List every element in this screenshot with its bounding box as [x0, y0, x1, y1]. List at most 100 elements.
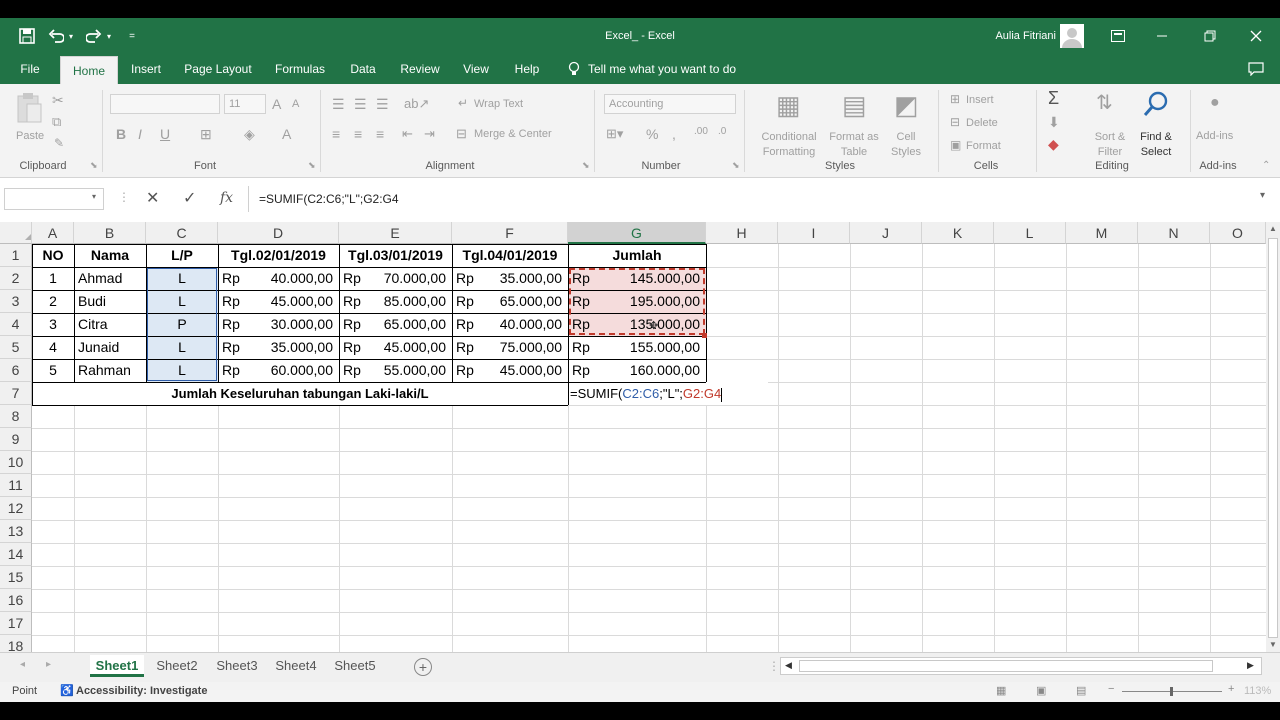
font-name-box[interactable]: [110, 94, 220, 114]
zoom-slider-thumb[interactable]: [1170, 687, 1173, 696]
paste-icon[interactable]: [14, 92, 44, 126]
paste-button[interactable]: Paste: [16, 130, 44, 142]
gender-cell[interactable]: P: [146, 313, 218, 336]
column-header[interactable]: M: [1066, 222, 1138, 244]
merge-center-button[interactable]: Merge & Center: [474, 128, 552, 140]
sheet-tab-sheet5[interactable]: Sheet5: [328, 655, 382, 677]
decrease-decimal-icon[interactable]: .0: [718, 126, 726, 137]
column-header[interactable]: F: [452, 222, 568, 244]
name-cell[interactable]: Citra: [74, 313, 146, 336]
underline-button[interactable]: U: [160, 126, 170, 142]
clipboard-launcher-icon[interactable]: ⬊: [90, 160, 98, 171]
hscroll-thumb[interactable]: [799, 660, 1213, 672]
delete-cells-button[interactable]: Delete: [966, 117, 998, 129]
clear-icon[interactable]: ◆: [1048, 136, 1059, 153]
header-cell[interactable]: Tgl.02/01/2019: [218, 244, 339, 267]
comments-icon[interactable]: [1246, 60, 1266, 78]
cell-styles-icon[interactable]: ◩: [894, 90, 919, 121]
formula-edit-cell[interactable]: =SUMIF(C2:C6;"L";G2:G4: [568, 382, 768, 405]
name-cell[interactable]: Rahman: [74, 359, 146, 382]
row-header[interactable]: 4: [0, 313, 32, 336]
ribbon-display-options-icon[interactable]: [1108, 26, 1128, 46]
gender-cell[interactable]: L: [146, 290, 218, 313]
next-sheet-icon[interactable]: ▸: [46, 659, 51, 670]
name-box-dropdown-icon[interactable]: ▾: [92, 192, 96, 201]
sheet-tab-sheet4[interactable]: Sheet4: [269, 655, 323, 677]
tab-split-icon[interactable]: ⋮: [768, 659, 780, 673]
row-header[interactable]: 14: [0, 543, 32, 566]
avatar[interactable]: [1060, 24, 1084, 48]
fill-icon[interactable]: ⬇: [1048, 114, 1060, 131]
conditional-formatting-icon[interactable]: ▦: [776, 90, 801, 121]
undo-icon[interactable]: [46, 26, 66, 46]
accessibility-status[interactable]: Accessibility: Investigate: [76, 685, 207, 697]
redo-icon[interactable]: [84, 26, 104, 46]
tab-home[interactable]: Home: [60, 56, 118, 84]
tab-file[interactable]: File: [14, 54, 46, 84]
column-header[interactable]: J: [850, 222, 922, 244]
row-header[interactable]: 6: [0, 359, 32, 382]
cut-icon[interactable]: ✂: [52, 92, 64, 109]
amount-cell[interactable]: Rp 45.000,00: [339, 336, 452, 359]
zoom-out-icon[interactable]: −: [1108, 683, 1114, 695]
scroll-right-icon[interactable]: ▶: [1247, 660, 1254, 671]
tab-review[interactable]: Review: [394, 54, 446, 84]
merge-center-icon[interactable]: ⊟: [456, 126, 467, 142]
row-header[interactable]: 12: [0, 497, 32, 520]
row-header[interactable]: 2: [0, 267, 32, 290]
row-header[interactable]: 8: [0, 405, 32, 428]
tab-view[interactable]: View: [456, 54, 496, 84]
total-cell[interactable]: Rp 160.000,00: [568, 359, 706, 382]
column-header[interactable]: G: [568, 222, 706, 244]
tab-data[interactable]: Data: [344, 54, 382, 84]
format-as-table-button[interactable]: Format as Table: [824, 130, 884, 160]
format-cells-icon[interactable]: ▣: [950, 138, 961, 152]
column-header[interactable]: H: [706, 222, 778, 244]
page-layout-view-icon[interactable]: ▣: [1036, 684, 1046, 697]
header-cell[interactable]: Jumlah: [568, 244, 706, 267]
cancel-entry-icon[interactable]: ✕: [146, 188, 159, 208]
find-select-button[interactable]: Find & Select: [1132, 130, 1180, 160]
total-cell[interactable]: Rp 155.000,00: [568, 336, 706, 359]
sheet-tab-sheet3[interactable]: Sheet3: [210, 655, 264, 677]
row-header[interactable]: 13: [0, 520, 32, 543]
worksheet-grid[interactable]: A B C D E F G H I J K L M N O 1 2 3 4 5 6 7 8 9 10 11 12 13 14 15 16 17…: [0, 222, 1267, 659]
column-header[interactable]: D: [218, 222, 339, 244]
align-top-icon[interactable]: ☰: [332, 96, 345, 113]
scroll-thumb[interactable]: [1268, 238, 1278, 638]
row-header[interactable]: 3: [0, 290, 32, 313]
font-launcher-icon[interactable]: ⬊: [308, 160, 316, 171]
number-launcher-icon[interactable]: ⬊: [732, 160, 740, 171]
amount-cell[interactable]: Rp 35.000,00: [452, 267, 568, 290]
no-cell[interactable]: 1: [32, 267, 74, 290]
save-icon[interactable]: [16, 26, 38, 46]
row-header[interactable]: 17: [0, 612, 32, 635]
column-header[interactable]: I: [778, 222, 850, 244]
total-cell[interactable]: Rp 145.000,00: [568, 267, 706, 290]
total-cell[interactable]: Rp 135.000,00: [568, 313, 706, 336]
orientation-icon[interactable]: ab↗: [404, 96, 429, 112]
wrap-text-button[interactable]: Wrap Text: [474, 98, 523, 110]
header-cell[interactable]: Tgl.03/01/2019: [339, 244, 452, 267]
align-left-icon[interactable]: ≡: [332, 126, 340, 142]
redo-dropdown-icon[interactable]: ▾: [104, 28, 114, 44]
gender-cell[interactable]: L: [146, 336, 218, 359]
format-cells-button[interactable]: Format: [966, 140, 1001, 152]
row-header[interactable]: 11: [0, 474, 32, 497]
column-header[interactable]: A: [32, 222, 74, 244]
scroll-up-icon[interactable]: ▲: [1269, 224, 1277, 233]
delete-cells-icon[interactable]: ⊟: [950, 115, 960, 129]
zoom-level[interactable]: 113%: [1244, 685, 1271, 697]
italic-button[interactable]: I: [138, 126, 142, 142]
cell-styles-button[interactable]: Cell Styles: [884, 130, 928, 160]
scroll-down-icon[interactable]: ▼: [1269, 640, 1277, 649]
alignment-launcher-icon[interactable]: ⬊: [582, 160, 590, 171]
amount-cell[interactable]: Rp 65.000,00: [339, 313, 452, 336]
name-cell[interactable]: Budi: [74, 290, 146, 313]
vertical-scrollbar[interactable]: ▲ ▼: [1266, 222, 1280, 652]
sheet-tab-sheet1[interactable]: Sheet1: [90, 655, 144, 677]
shrink-font-icon[interactable]: A: [292, 98, 299, 110]
amount-cell[interactable]: Rp 40.000,00: [452, 313, 568, 336]
no-cell[interactable]: 4: [32, 336, 74, 359]
header-cell[interactable]: Tgl.04/01/2019: [452, 244, 568, 267]
